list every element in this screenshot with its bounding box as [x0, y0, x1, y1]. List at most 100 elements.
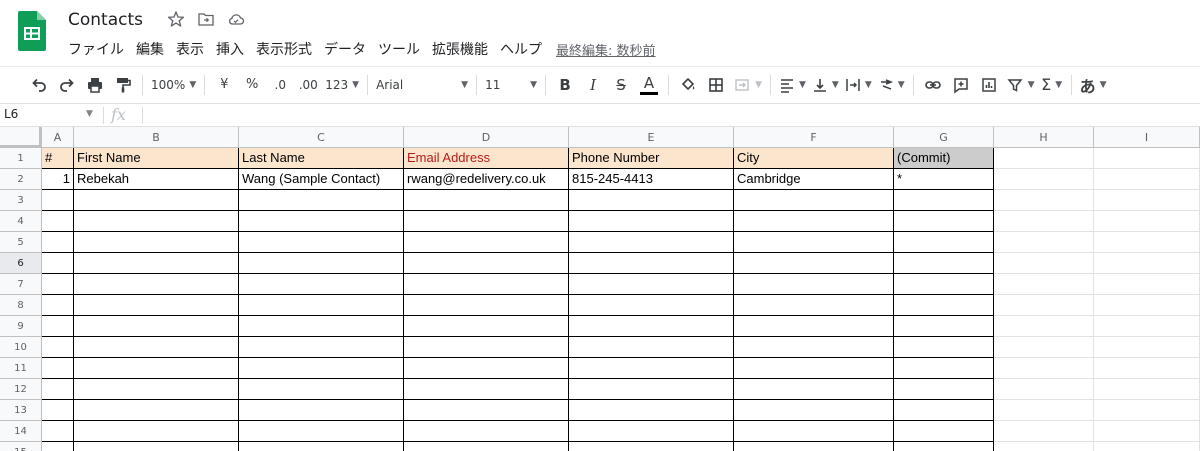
column-header-g[interactable]: G — [894, 127, 994, 148]
empty-cell[interactable] — [894, 232, 994, 253]
name-box[interactable]: L6 — [4, 107, 96, 121]
functions-button[interactable]: Σ ▼ — [1041, 73, 1063, 97]
empty-cell[interactable] — [239, 232, 404, 253]
empty-cell[interactable] — [74, 190, 239, 211]
row-header-2[interactable]: 2 — [0, 169, 42, 190]
row-header-11[interactable]: 11 — [0, 358, 42, 379]
decrease-decimal-button[interactable]: .0 — [269, 73, 291, 97]
column-header-b[interactable]: B — [74, 127, 239, 148]
vertical-align-icon[interactable]: ▼ — [812, 73, 839, 97]
chevron-down-icon[interactable]: ▼ — [86, 109, 93, 119]
empty-cell[interactable] — [239, 295, 404, 316]
data-cell[interactable]: 815-245-4413 — [569, 169, 734, 190]
empty-cell[interactable] — [569, 316, 734, 337]
empty-cell[interactable] — [734, 421, 894, 442]
row-header-9[interactable]: 9 — [0, 316, 42, 337]
header-cell[interactable]: # — [42, 148, 74, 169]
empty-cell[interactable] — [994, 274, 1094, 295]
row-header-8[interactable]: 8 — [0, 295, 42, 316]
empty-cell[interactable] — [734, 211, 894, 232]
empty-cell[interactable] — [1094, 190, 1200, 211]
data-cell[interactable]: Cambridge — [734, 169, 894, 190]
empty-cell[interactable] — [239, 253, 404, 274]
empty-cell[interactable] — [404, 274, 569, 295]
text-rotation-icon[interactable]: ▼ — [878, 73, 905, 97]
column-header-d[interactable]: D — [404, 127, 569, 148]
menu-format[interactable]: 表示形式 — [254, 39, 314, 59]
empty-cell[interactable] — [994, 148, 1094, 169]
column-header-h[interactable]: H — [994, 127, 1094, 148]
menu-data[interactable]: データ — [322, 39, 368, 59]
undo-icon[interactable] — [28, 73, 50, 97]
empty-cell[interactable] — [1094, 253, 1200, 274]
borders-icon[interactable] — [705, 73, 727, 97]
empty-cell[interactable] — [42, 274, 74, 295]
column-header-c[interactable]: C — [239, 127, 404, 148]
row-header-12[interactable]: 12 — [0, 379, 42, 400]
header-cell[interactable]: Phone Number — [569, 148, 734, 169]
row-header-13[interactable]: 13 — [0, 400, 42, 421]
empty-cell[interactable] — [404, 358, 569, 379]
empty-cell[interactable] — [994, 400, 1094, 421]
empty-cell[interactable] — [239, 442, 404, 451]
strikethrough-button[interactable]: S — [610, 73, 632, 97]
star-icon[interactable] — [167, 10, 185, 28]
empty-cell[interactable] — [734, 379, 894, 400]
empty-cell[interactable] — [569, 232, 734, 253]
empty-cell[interactable] — [994, 232, 1094, 253]
empty-cell[interactable] — [74, 316, 239, 337]
menu-file[interactable]: ファイル — [66, 39, 126, 59]
italic-button[interactable]: I — [582, 73, 604, 97]
empty-cell[interactable] — [404, 253, 569, 274]
empty-cell[interactable] — [569, 421, 734, 442]
empty-cell[interactable] — [894, 379, 994, 400]
row-header-10[interactable]: 10 — [0, 337, 42, 358]
column-header-e[interactable]: E — [569, 127, 734, 148]
empty-cell[interactable] — [734, 316, 894, 337]
data-cell[interactable]: * — [894, 169, 994, 190]
empty-cell[interactable] — [994, 190, 1094, 211]
empty-cell[interactable] — [569, 400, 734, 421]
row-header-6[interactable]: 6 — [0, 253, 42, 274]
empty-cell[interactable] — [734, 190, 894, 211]
empty-cell[interactable] — [404, 421, 569, 442]
empty-cell[interactable] — [1094, 400, 1200, 421]
empty-cell[interactable] — [404, 400, 569, 421]
empty-cell[interactable] — [74, 442, 239, 451]
empty-cell[interactable] — [994, 379, 1094, 400]
empty-cell[interactable] — [239, 358, 404, 379]
empty-cell[interactable] — [894, 421, 994, 442]
filter-icon[interactable]: ▼ — [1006, 73, 1035, 97]
header-cell[interactable]: Last Name — [239, 148, 404, 169]
empty-cell[interactable] — [734, 442, 894, 451]
column-header-i[interactable]: I — [1094, 127, 1200, 148]
empty-cell[interactable] — [1094, 379, 1200, 400]
zoom-select[interactable]: 100% ▼ — [151, 73, 196, 97]
empty-cell[interactable] — [894, 211, 994, 232]
empty-cell[interactable] — [894, 400, 994, 421]
row-header-3[interactable]: 3 — [0, 190, 42, 211]
empty-cell[interactable] — [894, 316, 994, 337]
text-wrap-icon[interactable]: ▼ — [845, 73, 872, 97]
print-icon[interactable] — [84, 73, 106, 97]
fill-color-icon[interactable] — [677, 73, 699, 97]
empty-cell[interactable] — [74, 232, 239, 253]
empty-cell[interactable] — [569, 442, 734, 451]
empty-cell[interactable] — [569, 190, 734, 211]
menu-tools[interactable]: ツール — [376, 39, 422, 59]
paint-format-icon[interactable] — [112, 73, 134, 97]
empty-cell[interactable] — [994, 442, 1094, 451]
empty-cell[interactable] — [42, 400, 74, 421]
empty-cell[interactable] — [74, 211, 239, 232]
row-header-15[interactable]: 15 — [0, 442, 42, 451]
empty-cell[interactable] — [42, 316, 74, 337]
empty-cell[interactable] — [734, 274, 894, 295]
empty-cell[interactable] — [994, 358, 1094, 379]
header-cell[interactable]: City — [734, 148, 894, 169]
empty-cell[interactable] — [1094, 148, 1200, 169]
empty-cell[interactable] — [404, 442, 569, 451]
row-header-4[interactable]: 4 — [0, 211, 42, 232]
empty-cell[interactable] — [1094, 211, 1200, 232]
empty-cell[interactable] — [894, 295, 994, 316]
header-cell[interactable]: Email Address — [404, 148, 569, 169]
